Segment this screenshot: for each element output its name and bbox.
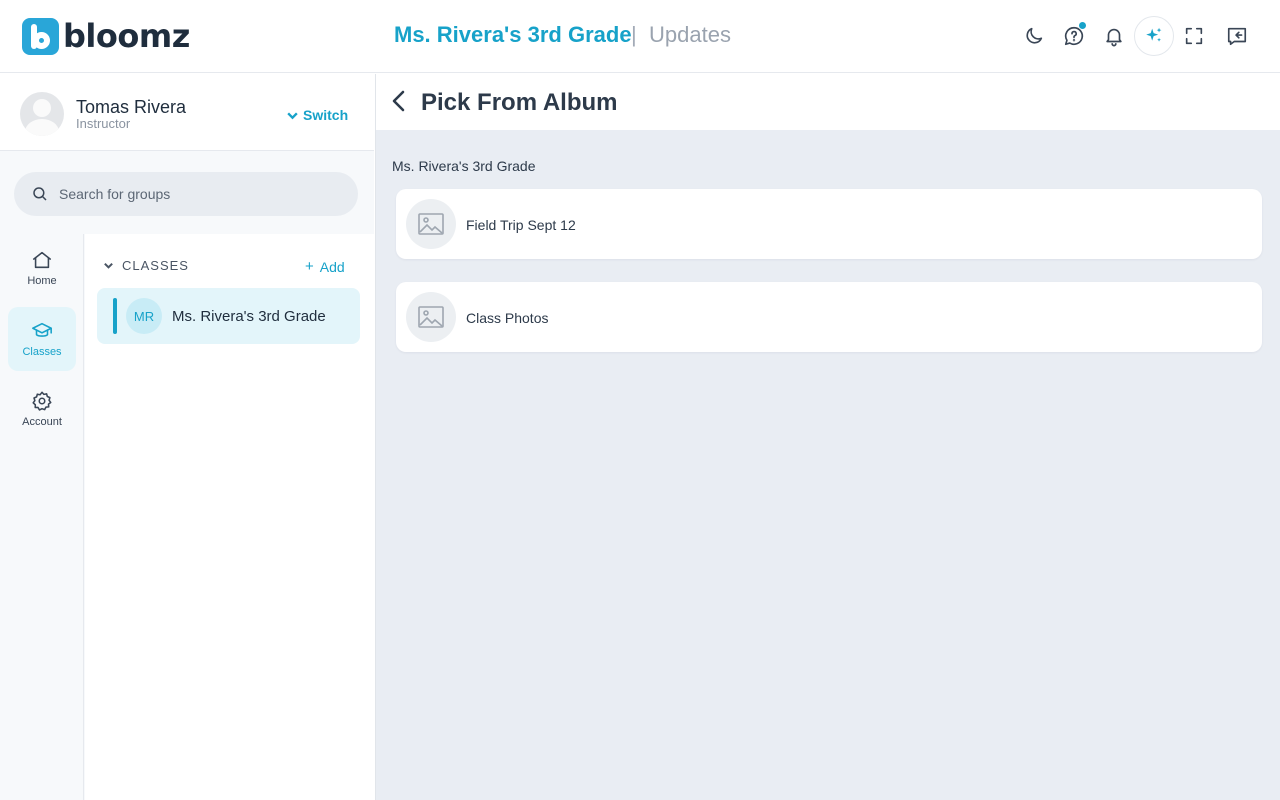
album-name: Class Photos: [466, 310, 549, 326]
album-name: Field Trip Sept 12: [466, 217, 576, 233]
search-icon: [33, 187, 47, 201]
class-item[interactable]: MR Ms. Rivera's 3rd Grade: [97, 288, 360, 344]
search-input[interactable]: [59, 172, 349, 216]
image-placeholder-icon: [418, 213, 444, 235]
album-item[interactable]: Class Photos: [396, 282, 1262, 352]
class-name: Ms. Rivera's 3rd Grade: [172, 308, 326, 325]
nav-classes[interactable]: Classes: [8, 307, 76, 371]
chevron-down-icon: [287, 111, 298, 119]
help-button[interactable]: [1056, 18, 1092, 54]
switch-account-button[interactable]: Switch: [286, 107, 348, 123]
graduation-cap-icon: [32, 322, 52, 337]
chevron-left-icon: [392, 90, 405, 112]
logo-text: bloomz: [63, 17, 190, 55]
sidebar: Home Classes Account CLASSES + Add MR Ms…: [0, 151, 374, 800]
profile-bar: Tomas Rivera Instructor Switch: [0, 74, 374, 151]
header-separator: |: [631, 22, 637, 47]
bloomz-logo[interactable]: bloomz: [22, 17, 190, 55]
nav-home[interactable]: Home: [8, 236, 76, 300]
fullscreen-button[interactable]: [1176, 18, 1212, 54]
notification-dot: [1078, 21, 1087, 30]
page-header: Pick From Album: [376, 74, 1280, 130]
nav-classes-label: Classes: [22, 346, 62, 358]
nav-account-label: Account: [22, 416, 62, 428]
main-content: Pick From Album Ms. Rivera's 3rd Grade F…: [375, 74, 1280, 800]
profile-role: Instructor: [76, 116, 131, 131]
add-class-button[interactable]: + Add: [305, 258, 345, 275]
notifications-button[interactable]: [1096, 18, 1132, 54]
moon-icon: [1026, 27, 1043, 44]
chevron-down-icon: [104, 262, 113, 269]
header-section-title: Updates: [649, 22, 731, 47]
collapse-panel-button[interactable]: [1219, 18, 1255, 54]
album-item[interactable]: Field Trip Sept 12: [396, 189, 1262, 259]
home-icon: [32, 251, 52, 269]
gear-icon: [32, 391, 52, 411]
avatar[interactable]: [20, 92, 64, 136]
collapse-panel-icon: [1227, 27, 1247, 46]
album-thumbnail: [406, 292, 456, 342]
fullscreen-icon: [1185, 27, 1203, 45]
image-placeholder-icon: [418, 306, 444, 328]
album-thumbnail: [406, 199, 456, 249]
profile-name: Tomas Rivera: [76, 97, 187, 117]
nav-home-label: Home: [27, 275, 57, 287]
app-header: bloomz Ms. Rivera's 3rd Grade | Updates: [0, 0, 1280, 73]
classes-heading: CLASSES: [122, 258, 189, 273]
nav-rail: Home Classes Account: [0, 234, 84, 800]
dark-mode-button[interactable]: [1016, 18, 1052, 54]
header-group-title[interactable]: Ms. Rivera's 3rd Grade: [394, 22, 632, 48]
groups-panel: CLASSES + Add MR Ms. Rivera's 3rd Grade: [85, 234, 374, 800]
class-initials-avatar: MR: [126, 298, 162, 334]
logo-mark-icon: [22, 17, 59, 55]
plus-icon: +: [305, 258, 314, 275]
group-search: [14, 172, 358, 216]
album-group-label: Ms. Rivera's 3rd Grade: [392, 158, 536, 174]
page-title: Pick From Album: [421, 89, 618, 116]
classes-section-toggle[interactable]: CLASSES: [103, 258, 189, 273]
back-button[interactable]: [387, 88, 411, 114]
switch-label: Switch: [303, 107, 349, 123]
ai-sparkle-icon: [1146, 27, 1162, 42]
nav-account[interactable]: Account: [8, 377, 76, 441]
selected-indicator: [113, 298, 117, 334]
add-label: Add: [319, 258, 345, 275]
bell-icon: [1106, 28, 1122, 47]
ai-assistant-button[interactable]: [1134, 16, 1174, 56]
